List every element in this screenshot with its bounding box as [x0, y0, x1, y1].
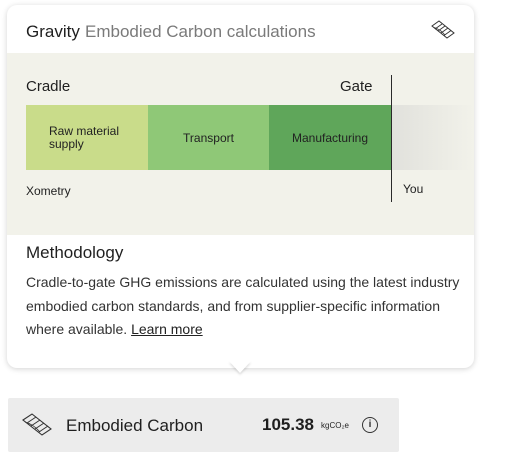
- stage-label: Manufacturing: [291, 130, 369, 145]
- gate-label: Gate: [340, 78, 373, 95]
- info-icon[interactable]: i: [362, 417, 378, 433]
- you-label: You: [403, 182, 424, 196]
- cradle-to-gate-diagram: Cradle Gate Raw material supply Transpor…: [7, 53, 474, 235]
- brand-name: Gravity: [26, 22, 80, 41]
- stage-manufacturing: Manufacturing: [269, 105, 391, 170]
- stage-transport: Transport: [148, 105, 269, 170]
- popover-arrow: [229, 361, 251, 373]
- methodology-title: Methodology: [26, 243, 124, 262]
- gravity-logo-icon: [431, 20, 455, 39]
- embodied-carbon-popover: Gravity Embodied Carbon calculations Cra…: [7, 5, 474, 368]
- beyond-gate-fade: [392, 105, 474, 170]
- stage-label: Transport: [183, 130, 234, 145]
- stage-label: Raw material supply: [49, 123, 120, 151]
- cradle-label: Cradle: [26, 78, 71, 95]
- gate-divider: [391, 75, 392, 202]
- popover-title: Embodied Carbon calculations: [85, 22, 316, 41]
- methodology-text: Cradle-to-gate GHG emissions are calcula…: [26, 274, 460, 337]
- stage-raw-material-supply: Raw material supply: [26, 105, 148, 170]
- summary-unit: kgCO₂e: [321, 421, 350, 430]
- gravity-logo-icon: [22, 413, 52, 436]
- embodied-carbon-summary[interactable]: Embodied Carbon 105.38 kgCO₂e i: [8, 398, 399, 452]
- summary-label: Embodied Carbon: [66, 416, 204, 435]
- learn-more-link[interactable]: Learn more: [131, 321, 203, 337]
- summary-value: 105.38: [262, 415, 314, 434]
- methodology-body: Cradle-to-gate GHG emissions are calcula…: [26, 271, 466, 342]
- popover-header: Gravity Embodied Carbon calculations: [7, 5, 474, 53]
- xometry-label: Xometry: [26, 184, 71, 198]
